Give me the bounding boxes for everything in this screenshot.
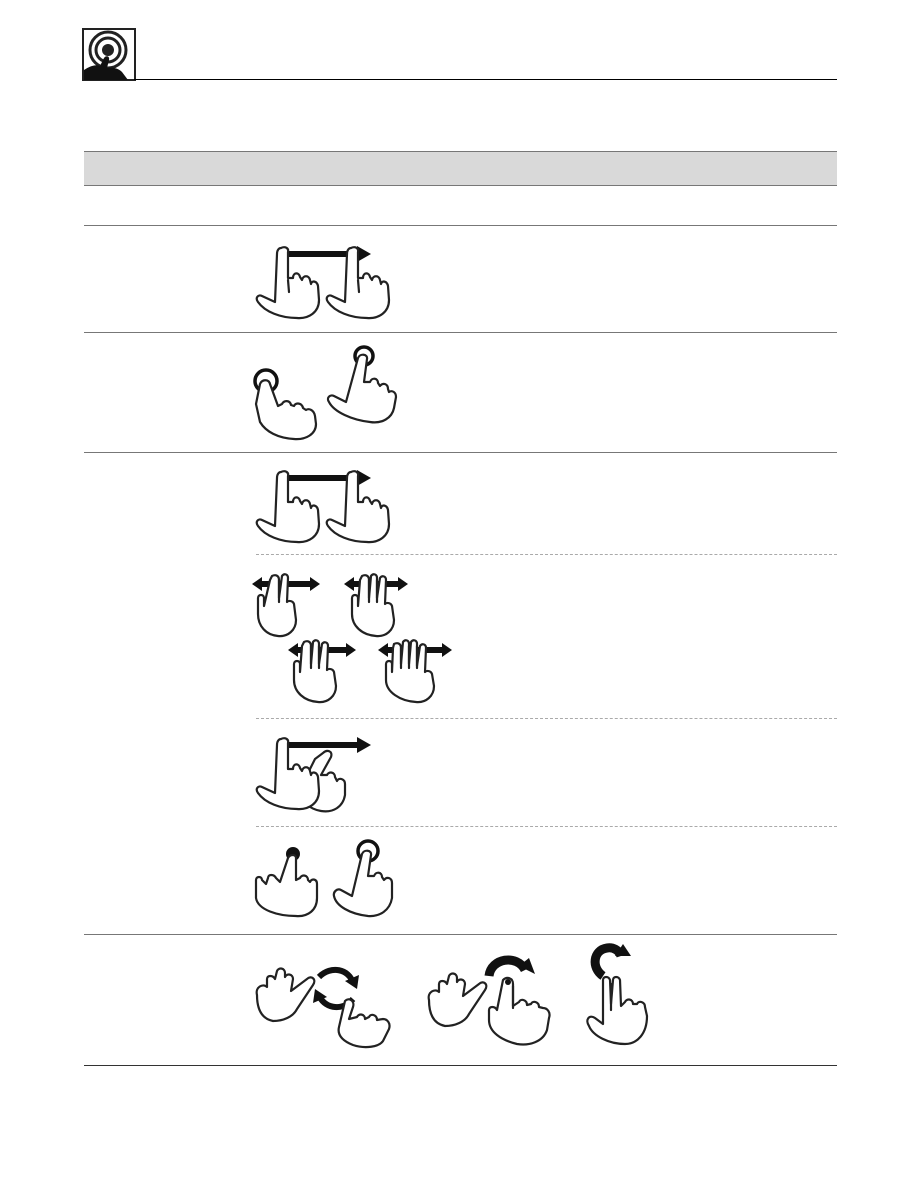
table-header-bar xyxy=(84,151,837,186)
tap-and-hold-icon xyxy=(254,839,394,918)
row-divider xyxy=(84,452,837,453)
two-hand-rotate-icon xyxy=(255,966,391,1049)
sub-row-divider xyxy=(256,718,837,719)
rotate-around-finger-icon xyxy=(427,955,551,1046)
two-hand-swipe-right-icon xyxy=(255,737,371,813)
one-finger-tap-top-icon xyxy=(326,345,398,424)
touch-target-hand-icon xyxy=(82,28,136,81)
three-finger-swipe-hand xyxy=(344,573,408,638)
two-finger-rotate-icon xyxy=(586,943,649,1046)
row-divider xyxy=(84,934,837,935)
sub-row-divider xyxy=(256,554,837,555)
row-divider xyxy=(84,332,837,333)
four-finger-swipe-hand xyxy=(378,639,452,704)
three-finger-swipe-hand xyxy=(288,639,356,704)
two-finger-swipe-hand xyxy=(252,573,320,638)
table-bottom-rule xyxy=(84,1065,837,1066)
row-divider xyxy=(84,225,837,226)
one-finger-swipe-right-icon xyxy=(255,246,391,320)
multi-finger-swipe-left-right-icon xyxy=(252,573,452,704)
sub-row-divider xyxy=(256,826,837,827)
one-finger-swipe-right-icon xyxy=(255,470,391,544)
one-finger-tap-left-icon xyxy=(253,368,318,441)
header-rule xyxy=(134,79,837,80)
